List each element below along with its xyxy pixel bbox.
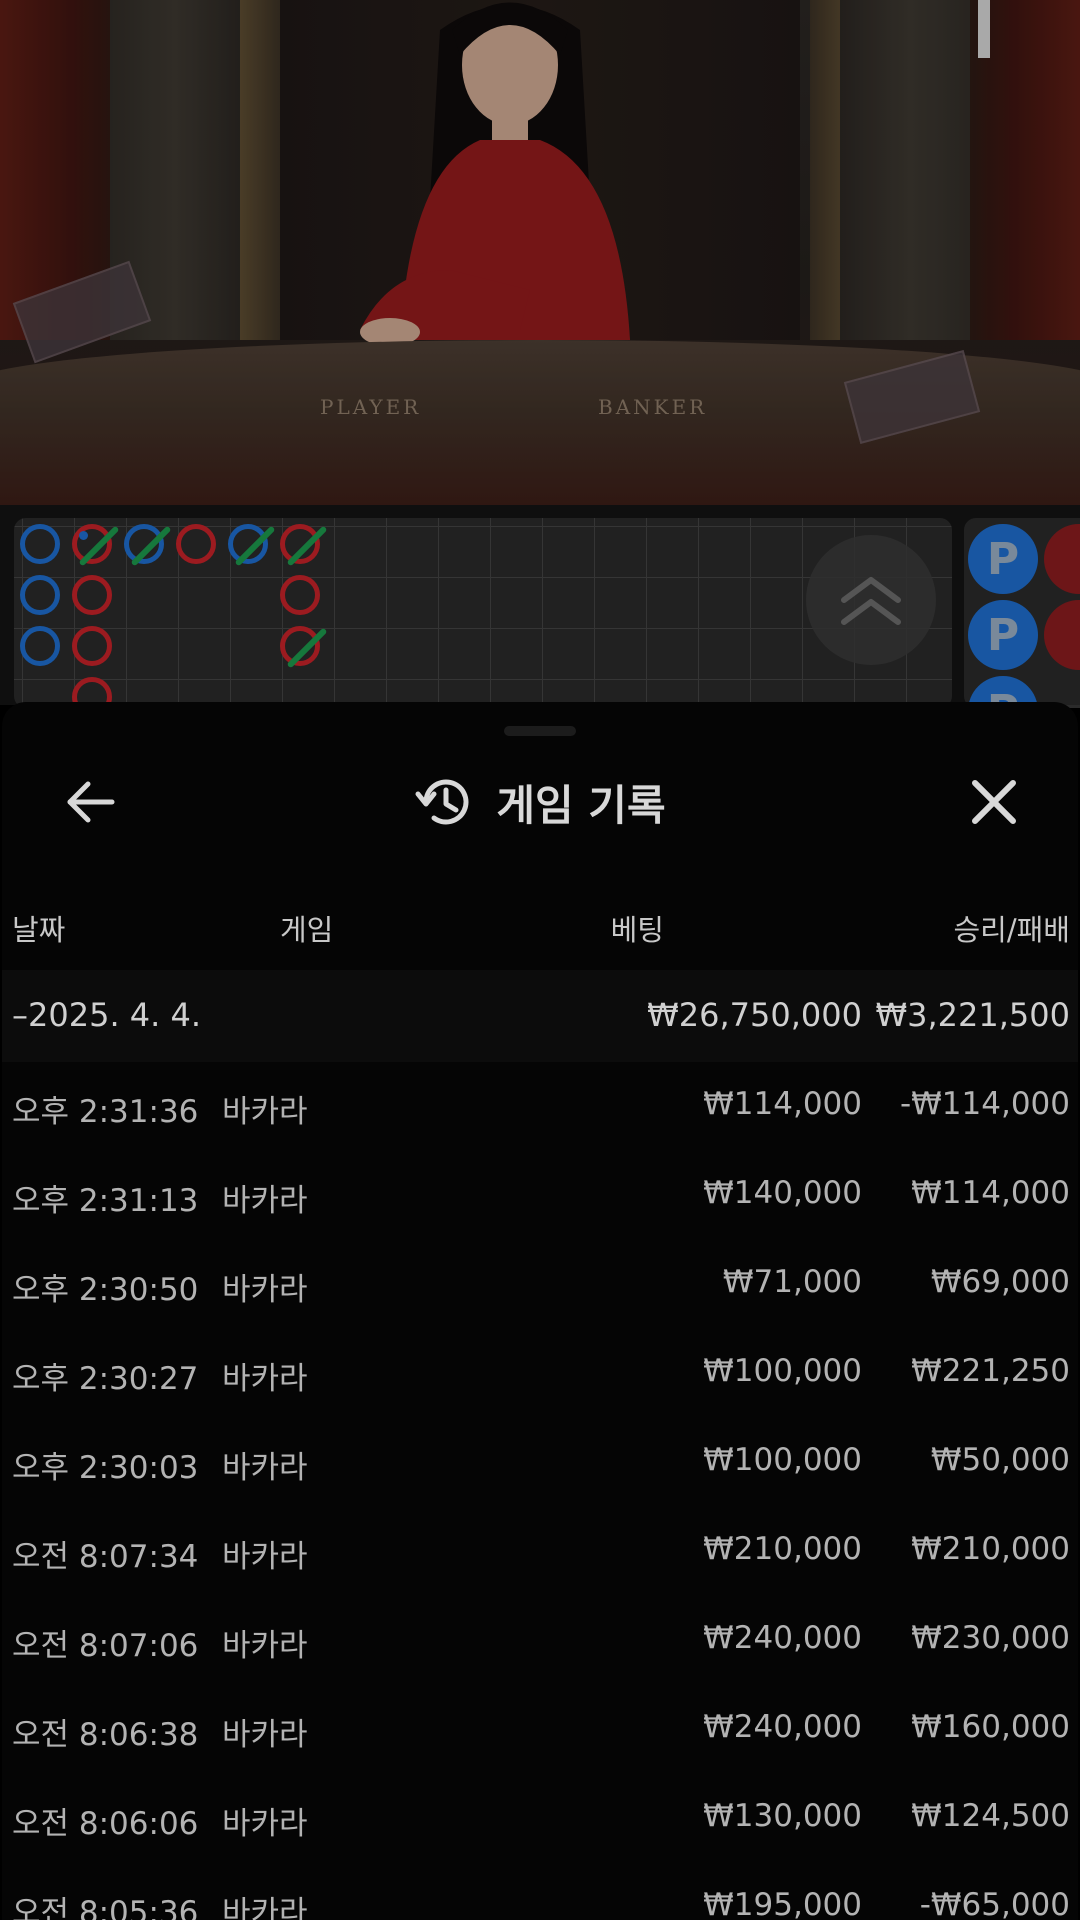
history-row[interactable]: 오전 8:07:34 바카라 ₩210,000 ₩210,000 <box>2 1507 1078 1596</box>
sheet-drag-handle[interactable] <box>504 726 576 736</box>
date-group-label: –2025. 4. 4. <box>12 996 202 1034</box>
row-bet: ₩100,000 <box>703 1442 862 1478</box>
row-game: 바카라 <box>222 1539 308 1575</box>
row-time: 오후 2:30:50 <box>12 1272 199 1308</box>
history-row[interactable]: 오전 8:06:06 바카라 ₩130,000 ₩124,500 <box>2 1774 1078 1863</box>
row-time: 오전 8:07:34 <box>12 1539 199 1575</box>
history-icon <box>415 779 469 825</box>
column-header-date[interactable]: 날짜 <box>12 907 65 949</box>
column-header-bet[interactable]: 베팅 <box>611 907 664 949</box>
history-row[interactable]: 오후 2:31:13 바카라 ₩140,000 ₩114,000 <box>2 1151 1078 1240</box>
history-row[interactable]: 오후 2:30:03 바카라 ₩100,000 ₩50,000 <box>2 1418 1078 1507</box>
row-result: ₩160,000 <box>911 1709 1070 1745</box>
game-history-sheet: 게임 기록 날짜 게임 베팅 승리/패배 –2025. 4. 4. ₩26,75… <box>2 702 1078 1920</box>
column-header-game[interactable]: 게임 <box>280 907 333 949</box>
row-bet: ₩140,000 <box>703 1175 862 1211</box>
banker-badge <box>1044 600 1080 670</box>
banker-badge <box>1044 524 1080 594</box>
back-button[interactable] <box>50 762 130 842</box>
history-row[interactable]: 오전 8:06:38 바카라 ₩240,000 ₩160,000 <box>2 1685 1078 1774</box>
row-time: 오후 2:31:13 <box>12 1183 199 1219</box>
row-game: 바카라 <box>222 1183 308 1219</box>
date-group-row[interactable]: –2025. 4. 4. ₩26,750,000 ₩3,221,500 <box>2 970 1078 1062</box>
row-game: 바카라 <box>222 1094 308 1130</box>
sheet-title-group: 게임 기록 <box>2 762 1078 842</box>
road-mark-banker-tie <box>280 524 328 567</box>
row-game: 바카라 <box>222 1450 308 1486</box>
road-mark-banker <box>72 626 112 666</box>
road-mark-player-tie <box>228 524 276 567</box>
road-mark-banker <box>72 575 112 615</box>
column-header-result[interactable]: 승리/패배 <box>954 907 1071 949</box>
row-bet: ₩130,000 <box>703 1798 862 1834</box>
road-mark-banker <box>176 524 216 564</box>
row-result: ₩210,000 <box>911 1531 1070 1567</box>
row-game: 바카라 <box>222 1272 308 1308</box>
pair-dot <box>79 531 88 540</box>
double-chevron-up-icon <box>841 577 901 625</box>
live-video-feed: PLAYER BANKER <box>0 0 1080 505</box>
history-row[interactable]: 오후 2:30:50 바카라 ₩71,000 ₩69,000 <box>2 1240 1078 1329</box>
history-row[interactable]: 오전 8:07:06 바카라 ₩240,000 ₩230,000 <box>2 1596 1078 1685</box>
row-game: 바카라 <box>222 1806 308 1842</box>
row-bet: ₩240,000 <box>703 1709 862 1745</box>
road-mark-banker-tie <box>72 524 120 567</box>
row-time: 오후 2:30:27 <box>12 1361 199 1397</box>
player-badge: P <box>968 600 1038 670</box>
sheet-title: 게임 기록 <box>496 780 666 830</box>
road-mark-banker <box>280 575 320 615</box>
row-bet: ₩114,000 <box>703 1086 862 1122</box>
row-bet: ₩100,000 <box>703 1353 862 1389</box>
date-group-bet-total: ₩26,750,000 <box>647 996 862 1034</box>
row-result: ₩230,000 <box>911 1620 1070 1656</box>
history-row[interactable]: 오전 8:05:36 바카라 ₩195,000 -₩65,000 <box>2 1863 1078 1920</box>
row-game: 바카라 <box>222 1895 308 1920</box>
row-time: 오전 8:06:06 <box>12 1806 199 1842</box>
row-time: 오전 8:06:38 <box>12 1717 199 1753</box>
row-result: ₩221,250 <box>911 1353 1070 1389</box>
row-result: ₩69,000 <box>930 1264 1070 1300</box>
row-result: -₩114,000 <box>899 1086 1070 1122</box>
date-group-result-total: ₩3,221,500 <box>875 996 1071 1034</box>
close-button[interactable] <box>954 762 1034 842</box>
road-mark-player <box>20 626 60 666</box>
row-time: 오전 8:05:36 <box>12 1895 199 1920</box>
row-bet: ₩240,000 <box>703 1620 862 1656</box>
sheet-header: 게임 기록 <box>2 762 1078 842</box>
close-icon <box>972 780 1016 824</box>
row-bet: ₩210,000 <box>703 1531 862 1567</box>
arrow-left-icon <box>67 781 115 823</box>
row-result: ₩114,000 <box>911 1175 1070 1211</box>
row-result: ₩124,500 <box>911 1798 1070 1834</box>
road-mark-player <box>20 524 60 564</box>
road-mark-banker-tie <box>280 626 328 669</box>
expand-roadmap-button[interactable] <box>806 535 936 665</box>
player-badge: P <box>968 524 1038 594</box>
row-bet: ₩195,000 <box>703 1887 862 1920</box>
row-result: ₩50,000 <box>930 1442 1070 1478</box>
row-time: 오후 2:31:36 <box>12 1094 199 1130</box>
video-dim-overlay <box>0 0 1080 505</box>
history-row[interactable]: 오후 2:30:27 바카라 ₩100,000 ₩221,250 <box>2 1329 1078 1418</box>
side-road[interactable]: P P P <box>964 518 1080 708</box>
row-time: 오전 8:07:06 <box>12 1628 199 1664</box>
row-result: -₩65,000 <box>919 1887 1070 1920</box>
road-mark-player-tie <box>124 524 172 567</box>
row-game: 바카라 <box>222 1717 308 1753</box>
road-mark-player <box>20 575 60 615</box>
row-game: 바카라 <box>222 1628 308 1664</box>
row-game: 바카라 <box>222 1361 308 1397</box>
history-row[interactable]: 오후 2:31:36 바카라 ₩114,000 -₩114,000 <box>2 1062 1078 1151</box>
row-time: 오후 2:30:03 <box>12 1450 199 1486</box>
row-bet: ₩71,000 <box>722 1264 862 1300</box>
history-list: 오후 2:31:36 바카라 ₩114,000 -₩114,000 오후 2:3… <box>2 1062 1078 1920</box>
